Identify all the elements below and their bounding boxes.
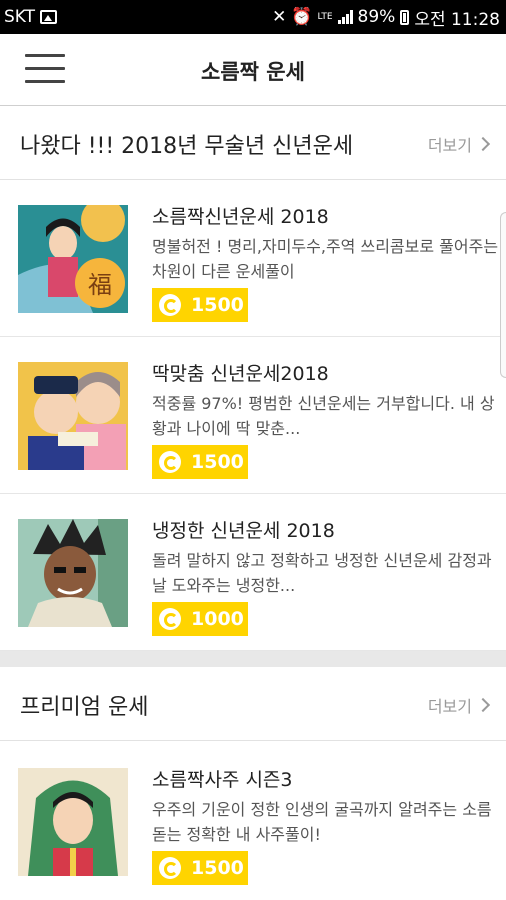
price-badge: 1500: [152, 851, 248, 885]
coin-icon: [159, 294, 181, 316]
section-title: 나왔다 !!! 2018년 무술년 신년운세: [20, 134, 354, 159]
list-item[interactable]: 소름짝사주 시즌3 우주의 기운이 정한 인생의 굴곡까지 알려주는 소름돋는 …: [0, 743, 506, 900]
status-bar: SKT ✕ ⏰ LTE 89% 오전 11:28: [0, 0, 506, 34]
section-header-premium: 프리미엄 운세 더보기: [0, 667, 506, 741]
coin-icon: [159, 608, 181, 630]
signal-icon: [337, 10, 353, 24]
coin-icon: [159, 451, 181, 473]
couple-illustration-image: [18, 362, 128, 470]
list-item[interactable]: 福 소름짝신년운세 2018 명불허전 ! 명리,자미두수,주역 쓰리콤보로 풀…: [0, 180, 506, 337]
price-value: 1000: [191, 608, 244, 630]
more-button[interactable]: 더보기: [427, 693, 491, 717]
gallery-notification-icon: [40, 10, 58, 24]
alarm-icon: ⏰: [291, 7, 313, 27]
price-value: 1500: [191, 857, 244, 879]
mute-icon: ✕: [272, 7, 287, 27]
item-description: 명불허전 ! 명리,자미두수,주역 쓰리콤보로 풀어주는 차원이 다른 운세풀이: [152, 237, 499, 281]
price-badge: 1500: [152, 288, 248, 322]
app-bar: 소름짝 운세: [0, 34, 506, 106]
chevron-right-icon: [475, 697, 491, 713]
section-title: 프리미엄 운세: [20, 695, 149, 720]
item-description: 우주의 기운이 정한 인생의 굴곡까지 알려주는 소름돋는 정확한 내 사주풀이…: [152, 800, 492, 844]
clock: 오전 11:28: [414, 9, 500, 30]
list-item[interactable]: 딱맞춤 신년운세2018 적중률 97%! 평범한 신년운세는 거부합니다. 내…: [0, 337, 506, 494]
price-value: 1500: [191, 294, 244, 316]
svg-text:福: 福: [88, 271, 112, 299]
hanbok-woman-fortune-image: 福: [18, 205, 128, 313]
section-divider: [0, 651, 506, 667]
old-man-illustration-image: [18, 519, 128, 627]
list-item[interactable]: 냉정한 신년운세 2018 돌려 말하지 않고 정확하고 냉정한 신년운세 감정…: [0, 494, 506, 651]
coin-icon: [159, 857, 181, 879]
item-description: 돌려 말하지 않고 정확하고 냉정한 신년운세 감정과 날 도와주는 냉정한..…: [152, 551, 492, 595]
item-title: 냉정한 신년운세 2018: [152, 520, 335, 542]
item-title: 소름짝신년운세 2018: [152, 206, 329, 228]
item-title: 소름짝사주 시즌3: [152, 769, 293, 791]
carrier-label: SKT: [4, 7, 36, 27]
item-description: 적중률 97%! 평범한 신년운세는 거부합니다. 내 상황과 나이에 딱 맞춘…: [152, 394, 495, 438]
chevron-right-icon: [475, 136, 491, 152]
battery-percent: 89%: [357, 7, 396, 27]
price-value: 1500: [191, 451, 244, 473]
more-label: 더보기: [427, 136, 472, 155]
lte-icon: LTE: [317, 11, 333, 22]
battery-icon: [400, 9, 410, 25]
section-header-new-year: 나왔다 !!! 2018년 무술년 신년운세 더보기: [0, 106, 506, 180]
price-badge: 1000: [152, 602, 248, 636]
more-label: 더보기: [427, 697, 472, 716]
side-panel-handle[interactable]: [500, 212, 506, 378]
veiled-woman-illustration-image: [18, 768, 128, 876]
price-badge: 1500: [152, 445, 248, 479]
more-button[interactable]: 더보기: [427, 132, 491, 156]
app-title: 소름짝 운세: [201, 60, 305, 84]
item-title: 딱맞춤 신년운세2018: [152, 363, 329, 385]
